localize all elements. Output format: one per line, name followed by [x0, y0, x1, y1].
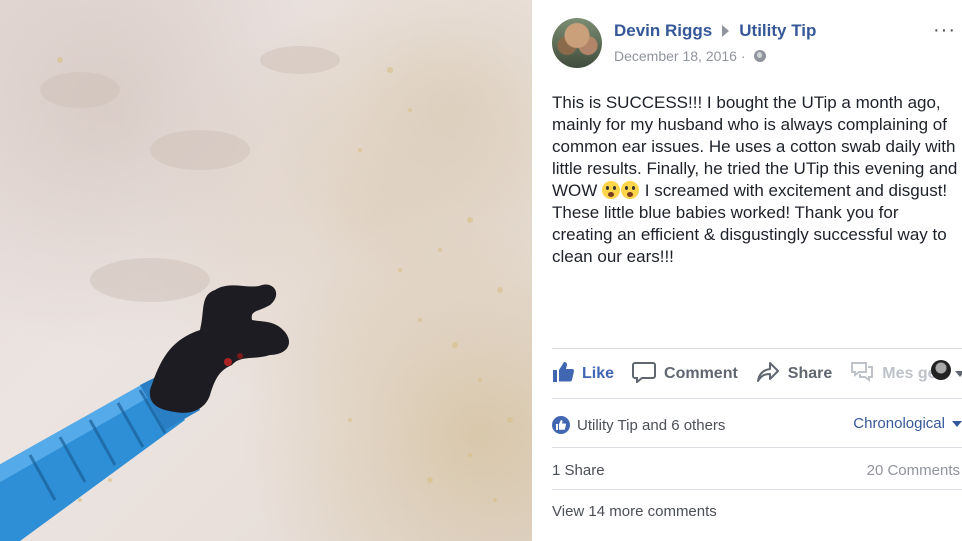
comment-button[interactable]: Comment [632, 361, 738, 388]
comments-count-link[interactable]: 20 Comments [867, 462, 960, 479]
flushed-face-emoji-icon [621, 181, 640, 199]
author-line: Devin Riggs Utility Tip [614, 21, 816, 41]
chevron-down-icon[interactable] [954, 371, 962, 377]
post-date[interactable]: December 18, 2016 · [614, 48, 746, 64]
counts-row: 1 Share 20 Comments [552, 462, 962, 482]
divider [552, 398, 962, 399]
divider [552, 489, 962, 490]
globe-icon [753, 50, 766, 62]
comment-label: Comment [664, 365, 738, 382]
comment-order-label: Chronological [853, 415, 945, 432]
page-name[interactable]: Utility Tip [739, 21, 816, 41]
share-label: Share [787, 365, 833, 382]
reactors-link[interactable]: Utility Tip and 6 others [577, 417, 725, 434]
comment-icon [632, 361, 657, 388]
message-button[interactable]: Mes ge [850, 359, 951, 388]
thumbs-up-icon [552, 361, 574, 388]
comment-order-dropdown[interactable]: Chronological [853, 415, 962, 432]
post-text: This is SUCCESS!!! I bought the UTip a m… [552, 92, 962, 268]
messenger-icon [850, 361, 874, 388]
message-label: Mes ge [882, 365, 937, 382]
shares-count-link[interactable]: 1 Share [552, 462, 605, 479]
author-avatar[interactable] [552, 18, 602, 68]
author-name[interactable]: Devin Riggs [614, 21, 712, 41]
divider [552, 348, 962, 349]
like-button[interactable]: Like [552, 361, 614, 388]
post-date-line: December 18, 2016 · [614, 48, 766, 64]
share-icon [756, 361, 780, 388]
post-photo[interactable] [0, 0, 532, 541]
view-more-comments-link[interactable]: View 14 more comments [552, 503, 717, 520]
viewer-avatar[interactable] [930, 359, 951, 380]
astonished-face-emoji-icon [602, 181, 621, 199]
post-header: Devin Riggs Utility Tip December 18, 201… [552, 18, 962, 70]
like-label: Like [582, 365, 615, 382]
post-actions-bar: Like Comment Share Mes ge [552, 359, 962, 388]
more-options-button[interactable]: ··· [933, 20, 956, 40]
ear-tool-illustration [0, 46, 513, 541]
share-button[interactable]: Share [756, 361, 832, 388]
post-panel: Devin Riggs Utility Tip December 18, 201… [532, 0, 962, 541]
divider [552, 447, 962, 448]
reactions-row: Utility Tip and 6 others Chronological [552, 413, 962, 437]
arrow-right-icon [722, 25, 730, 37]
like-reaction-icon [552, 416, 570, 434]
chevron-down-icon [952, 420, 962, 427]
